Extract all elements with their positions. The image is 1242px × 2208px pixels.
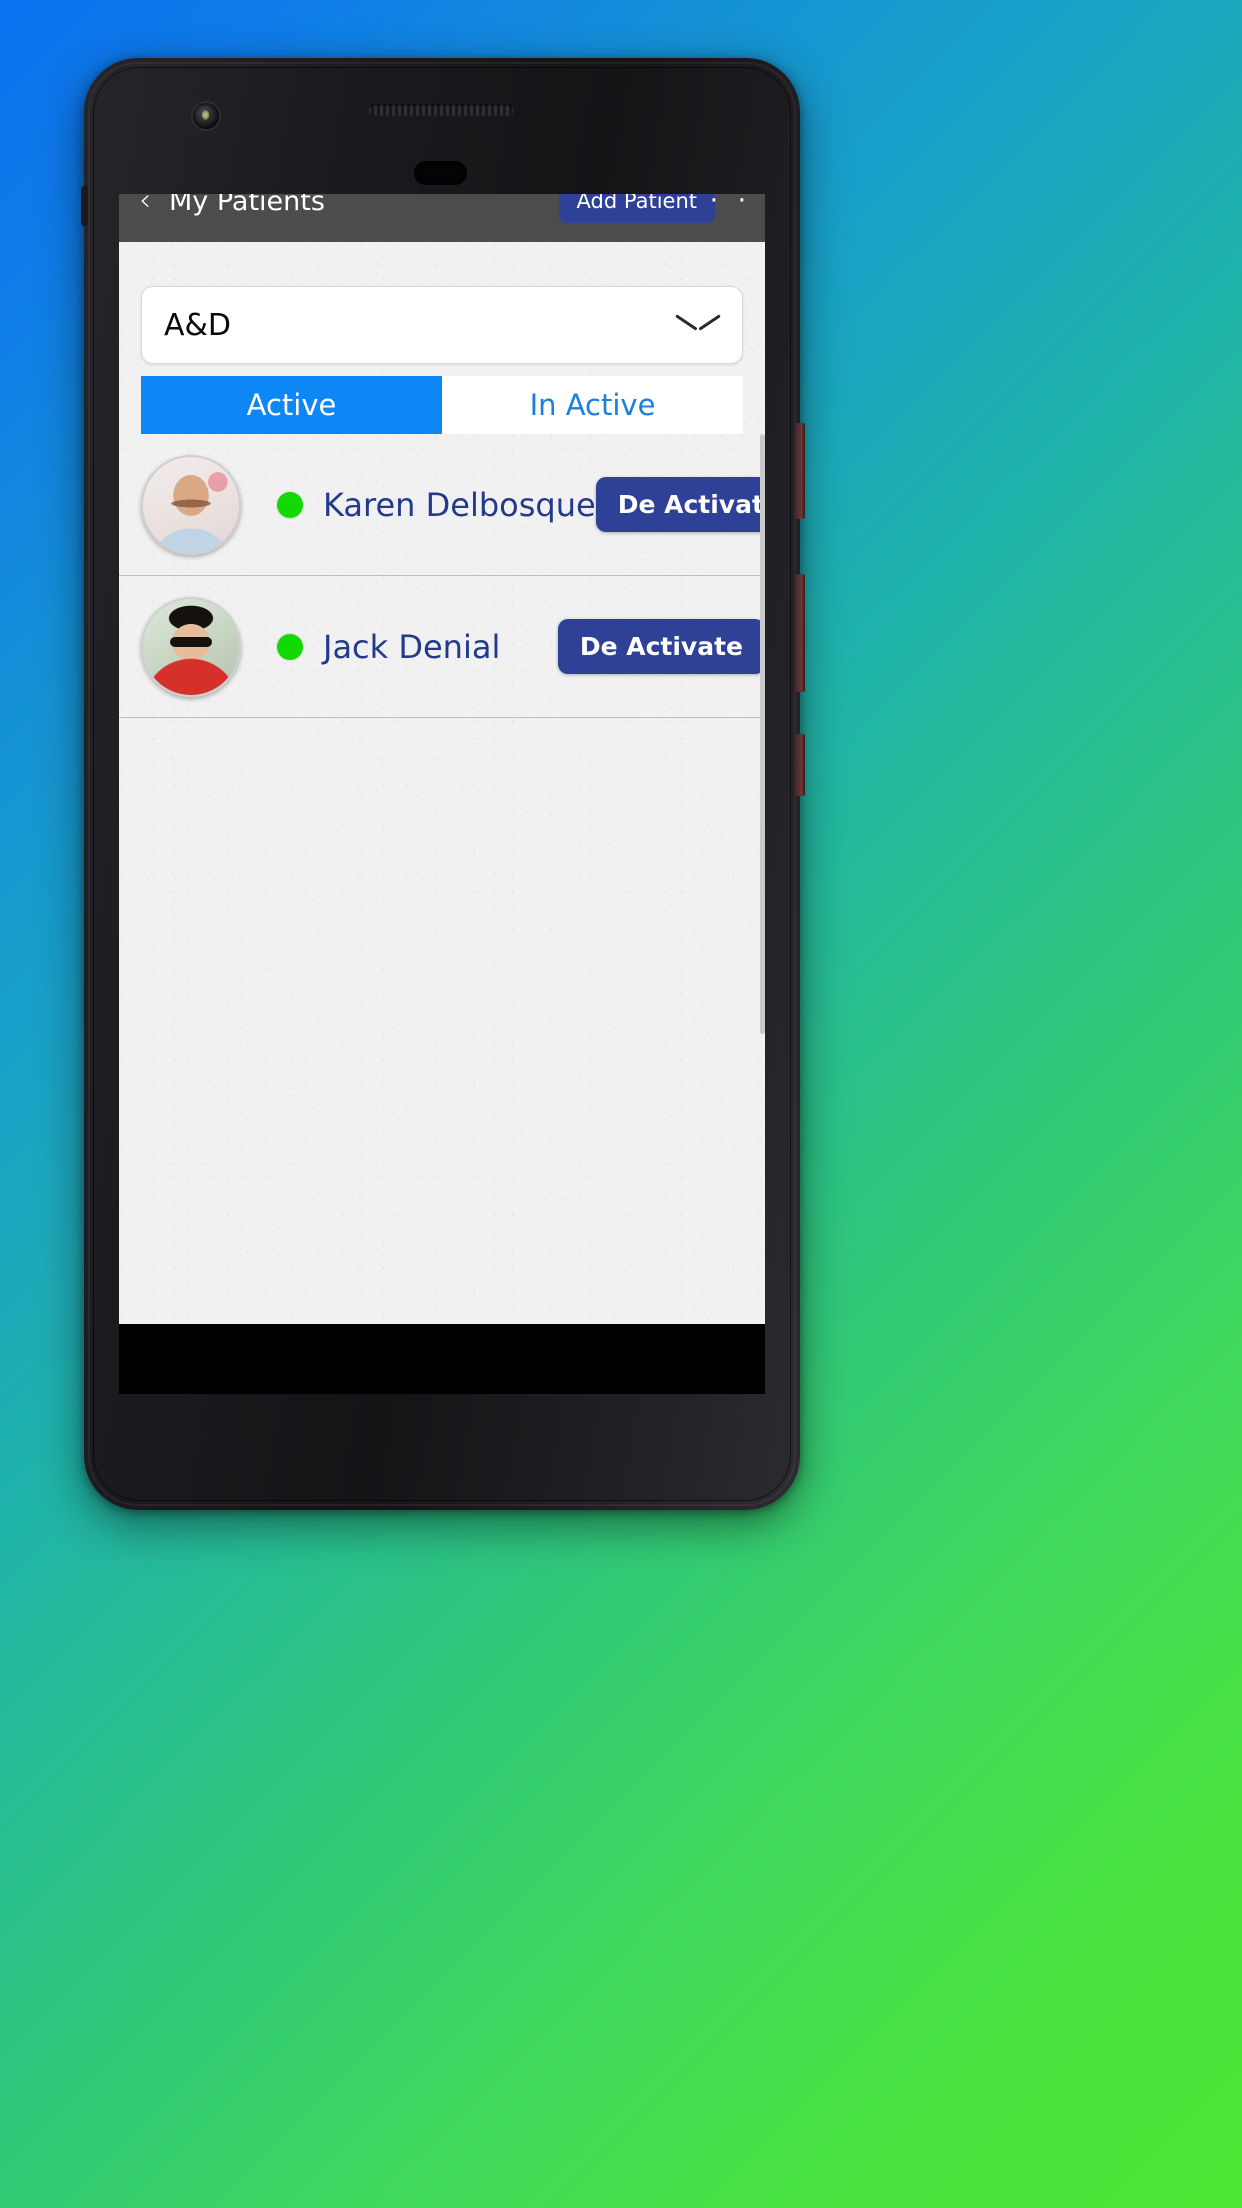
deactivate-button[interactable]: De Activate <box>595 477 765 532</box>
add-patient-button[interactable]: Add Patient <box>558 194 715 223</box>
patient-list: Karen Delbosque De Activate Jack Denial … <box>119 434 765 718</box>
hospital-dropdown[interactable]: A&D <box>141 286 743 364</box>
screen-bottom-area <box>119 1324 765 1394</box>
earpiece-speaker-icon <box>368 104 514 116</box>
avatar <box>141 596 241 697</box>
table-row[interactable]: Karen Delbosque De Activate <box>119 434 765 576</box>
more-options-icon[interactable]: ⋮⋮ <box>701 194 757 206</box>
app-viewport: ‹ My Patients Add Patient ⋮⋮ A&D Active … <box>119 194 765 1324</box>
tab-in-active[interactable]: In Active <box>442 376 743 434</box>
phone-mockup: ‹ My Patients Add Patient ⋮⋮ A&D Active … <box>81 58 805 1510</box>
app-body: A&D Active In Active Karen Delbosque De … <box>119 242 765 1324</box>
page-title: My Patients <box>169 194 325 217</box>
status-badge <box>277 491 303 518</box>
app-header: ‹ My Patients Add Patient ⋮⋮ <box>119 194 765 242</box>
avatar <box>141 454 241 555</box>
patient-name: Karen Delbosque <box>323 485 596 524</box>
patient-name: Jack Denial <box>323 627 501 666</box>
side-button-left[interactable] <box>81 186 88 226</box>
dropdown-selected-value: A&D <box>164 307 232 343</box>
side-button-right-2[interactable] <box>796 574 805 692</box>
back-chevron-icon[interactable]: ‹ <box>135 194 155 216</box>
table-row[interactable]: Jack Denial De Activate <box>119 576 765 718</box>
scrollbar[interactable] <box>760 434 765 1034</box>
status-badge <box>277 633 303 660</box>
status-tabs: Active In Active <box>141 376 743 434</box>
deactivate-button[interactable]: De Activate <box>557 619 765 674</box>
tab-active[interactable]: Active <box>141 376 442 434</box>
proximity-sensor-icon <box>414 161 467 185</box>
side-button-right-3[interactable] <box>796 734 805 796</box>
side-button-right-1[interactable] <box>796 423 805 519</box>
front-camera-icon <box>193 103 219 129</box>
phone-screen: ‹ My Patients Add Patient ⋮⋮ A&D Active … <box>119 194 765 1394</box>
chevron-down-icon[interactable] <box>676 312 720 338</box>
